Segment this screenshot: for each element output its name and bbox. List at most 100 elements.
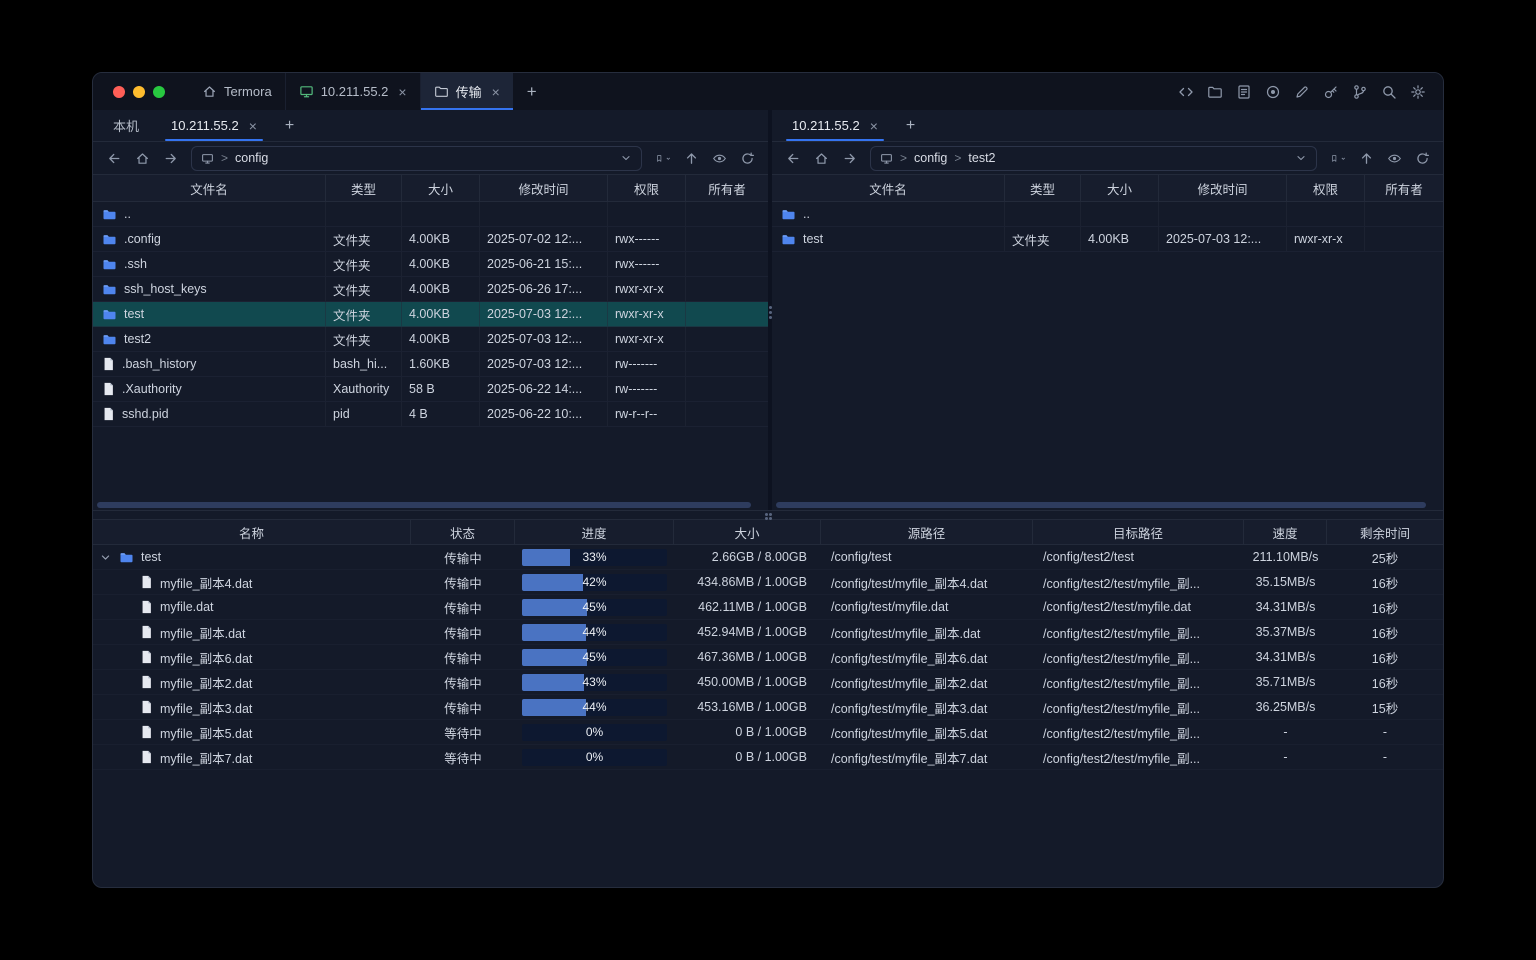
close-tab-icon[interactable]: ×	[398, 85, 406, 99]
column-header-owner[interactable]: 所有者	[686, 175, 768, 201]
transfer-eta: 16秒	[1327, 570, 1443, 594]
transfer-name: myfile_副本6.dat	[160, 648, 252, 667]
tab-transfer[interactable]: 传输 ×	[420, 73, 513, 110]
progress-bar: 44%	[522, 624, 667, 641]
transfer-name: myfile_副本.dat	[160, 623, 245, 642]
file-row[interactable]: .XauthorityXauthority58 B2025-06-22 14:.…	[93, 377, 768, 402]
breadcrumb-segment[interactable]: test2	[968, 151, 995, 165]
bookmark-button[interactable]	[1325, 146, 1351, 170]
transfer-row[interactable]: test传输中33%2.66GB / 8.00GB/config/test/co…	[93, 545, 1443, 570]
search-icon[interactable]	[1380, 83, 1398, 101]
column-header-type[interactable]: 类型	[1005, 175, 1081, 201]
home-icon[interactable]	[129, 146, 155, 170]
file-row[interactable]: .config文件夹4.00KB2025-07-02 12:...rwx----…	[93, 227, 768, 252]
file-row[interactable]: test文件夹4.00KB2025-07-03 12:...rwxr-xr-x	[772, 227, 1443, 252]
column-header-size[interactable]: 大小	[402, 175, 480, 201]
forward-icon[interactable]	[836, 146, 862, 170]
scrollbar-thumb[interactable]	[97, 502, 751, 508]
transfer-row[interactable]: myfile_副本2.dat传输中43%450.00MB / 1.00GB/co…	[93, 670, 1443, 695]
column-header-name[interactable]: 名称	[93, 520, 411, 544]
file-owner	[686, 402, 768, 426]
file-icon	[140, 600, 153, 614]
column-header-permissions[interactable]: 权限	[1287, 175, 1365, 201]
panel-divider[interactable]	[768, 110, 772, 510]
column-header-eta[interactable]: 剩余时间	[1327, 520, 1443, 544]
bookmark-button[interactable]	[650, 146, 676, 170]
close-tab-icon[interactable]: ×	[492, 85, 500, 99]
column-header-progress[interactable]: 进度	[515, 520, 674, 544]
folder-icon	[781, 232, 796, 247]
file-row[interactable]: .ssh文件夹4.00KB2025-06-21 15:...rwx------	[93, 252, 768, 277]
refresh-icon[interactable]	[1409, 146, 1435, 170]
transfer-row[interactable]: myfile_副本5.dat等待中0%0 B / 1.00GB/config/t…	[93, 720, 1443, 745]
transfer-splitter[interactable]	[93, 510, 1443, 519]
file-row[interactable]: ..	[772, 202, 1443, 227]
close-tab-icon[interactable]: ×	[249, 119, 257, 133]
transfer-row[interactable]: myfile_副本7.dat等待中0%0 B / 1.00GB/config/t…	[93, 745, 1443, 770]
breadcrumb-segment[interactable]: config	[914, 151, 947, 165]
column-header-source-path[interactable]: 源路径	[821, 520, 1033, 544]
zoom-window-button[interactable]	[153, 86, 165, 98]
column-header-filename[interactable]: 文件名	[772, 175, 1005, 201]
minimize-window-button[interactable]	[133, 86, 145, 98]
file-row[interactable]: test2文件夹4.00KB2025-07-03 12:...rwxr-xr-x	[93, 327, 768, 352]
branch-icon[interactable]	[1351, 83, 1369, 101]
breadcrumb-segment[interactable]: config	[235, 151, 268, 165]
close-tab-icon[interactable]: ×	[870, 119, 878, 133]
back-icon[interactable]	[101, 146, 127, 170]
column-header-modified[interactable]: 修改时间	[1159, 175, 1287, 201]
column-header-permissions[interactable]: 权限	[608, 175, 686, 201]
tab-remote-left[interactable]: 10.211.55.2 ×	[155, 110, 273, 141]
upload-icon[interactable]	[1353, 146, 1379, 170]
column-header-speed[interactable]: 速度	[1244, 520, 1327, 544]
column-header-owner[interactable]: 所有者	[1365, 175, 1443, 201]
transfer-status: 传输中	[411, 695, 515, 719]
new-sftp-tab-button[interactable]: +	[894, 110, 927, 141]
record-icon[interactable]	[1264, 83, 1282, 101]
edit-icon[interactable]	[1293, 83, 1311, 101]
column-header-size[interactable]: 大小	[1081, 175, 1159, 201]
folder-icon[interactable]	[1206, 83, 1224, 101]
file-row[interactable]: .bash_historybash_hi...1.60KB2025-07-03 …	[93, 352, 768, 377]
transfer-row[interactable]: myfile_副本.dat传输中44%452.94MB / 1.00GB/con…	[93, 620, 1443, 645]
new-sftp-tab-button[interactable]: +	[273, 110, 306, 141]
home-icon[interactable]	[808, 146, 834, 170]
code-icon[interactable]	[1177, 83, 1195, 101]
tab-local[interactable]: 本机	[97, 110, 155, 141]
upload-icon[interactable]	[678, 146, 704, 170]
tab-host-10-211-55-2[interactable]: 10.211.55.2 ×	[285, 73, 420, 110]
key-icon[interactable]	[1322, 83, 1340, 101]
folder-icon	[102, 232, 117, 247]
tab-termora-home[interactable]: Termora	[189, 73, 285, 110]
column-header-target-path[interactable]: 目标路径	[1033, 520, 1244, 544]
file-row[interactable]: ..	[93, 202, 768, 227]
breadcrumb[interactable]: > config > test2	[870, 146, 1317, 171]
breadcrumb[interactable]: > config	[191, 146, 642, 171]
log-icon[interactable]	[1235, 83, 1253, 101]
chevron-down-icon[interactable]	[1295, 152, 1307, 164]
expand-chevron-icon[interactable]	[100, 552, 112, 563]
back-icon[interactable]	[780, 146, 806, 170]
file-row[interactable]: test文件夹4.00KB2025-07-03 12:...rwxr-xr-x	[93, 302, 768, 327]
show-hidden-eye-icon[interactable]	[706, 146, 732, 170]
refresh-icon[interactable]	[734, 146, 760, 170]
transfer-row[interactable]: myfile_副本4.dat传输中42%434.86MB / 1.00GB/co…	[93, 570, 1443, 595]
new-tab-button[interactable]: +	[513, 73, 551, 110]
column-header-filename[interactable]: 文件名	[93, 175, 326, 201]
chevron-down-icon[interactable]	[620, 152, 632, 164]
file-row[interactable]: ssh_host_keys文件夹4.00KB2025-06-26 17:...r…	[93, 277, 768, 302]
close-window-button[interactable]	[113, 86, 125, 98]
column-header-type[interactable]: 类型	[326, 175, 402, 201]
scrollbar-thumb[interactable]	[776, 502, 1426, 508]
transfer-row[interactable]: myfile_副本6.dat传输中45%467.36MB / 1.00GB/co…	[93, 645, 1443, 670]
column-header-size[interactable]: 大小	[674, 520, 821, 544]
settings-icon[interactable]	[1409, 83, 1427, 101]
transfer-row[interactable]: myfile_副本3.dat传输中44%453.16MB / 1.00GB/co…	[93, 695, 1443, 720]
file-row[interactable]: sshd.pidpid4 B2025-06-22 10:...rw-r--r--	[93, 402, 768, 427]
column-header-modified[interactable]: 修改时间	[480, 175, 608, 201]
forward-icon[interactable]	[157, 146, 183, 170]
show-hidden-eye-icon[interactable]	[1381, 146, 1407, 170]
transfer-row[interactable]: myfile.dat传输中45%462.11MB / 1.00GB/config…	[93, 595, 1443, 620]
tab-remote-right[interactable]: 10.211.55.2 ×	[776, 110, 894, 141]
column-header-status[interactable]: 状态	[411, 520, 515, 544]
